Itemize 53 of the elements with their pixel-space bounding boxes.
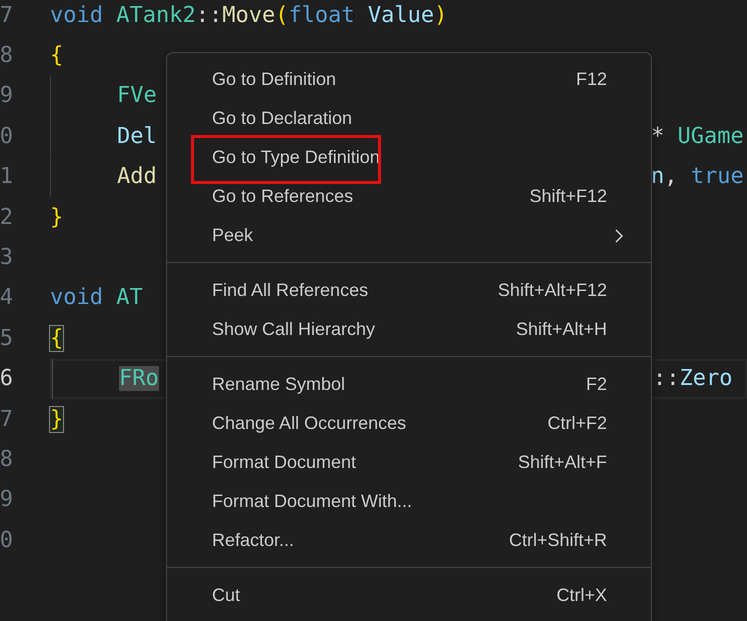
menu-item[interactable]: Show Call Hierarchy Shift+Alt+H <box>167 310 651 349</box>
line-number: 8 <box>0 43 13 68</box>
line-number: 0 <box>0 528 13 553</box>
line-number: 6 <box>0 366 13 392</box>
menu-item[interactable]: Rename Symbol F2 <box>167 365 651 404</box>
bracket: ( <box>275 2 288 28</box>
line-number: 7 <box>0 406 13 432</box>
line-number: 7 <box>0 2 13 28</box>
identifier: Value <box>368 2 434 28</box>
menu-item[interactable]: Go to References Shift+F12 <box>167 177 651 216</box>
chevron-right-icon <box>614 228 624 244</box>
bracket: ) <box>434 2 448 28</box>
menu-item[interactable]: Go to Declaration <box>167 99 651 138</box>
line-number: 4 <box>0 285 13 310</box>
menu-item[interactable]: Find All References Shift+Alt+F12 <box>167 271 651 310</box>
line-number: 2 <box>0 204 13 230</box>
punctuation: * <box>651 124 664 149</box>
identifier: Zero <box>680 366 732 392</box>
line-number: 5 <box>0 326 13 351</box>
bracket: } <box>50 204 64 230</box>
identifier: Del <box>117 124 157 149</box>
keyword: float <box>288 2 355 28</box>
type-name: FRo <box>119 366 159 392</box>
line-number: 3 <box>0 245 13 270</box>
line-number: 0 <box>0 124 13 149</box>
punctuation: , <box>664 164 678 190</box>
menu-item[interactable]: Go to Definition F12 <box>167 60 651 99</box>
bracket: { <box>50 43 64 68</box>
menu-item[interactable]: Cut Ctrl+X <box>167 576 651 615</box>
line-number: 9 <box>0 83 13 108</box>
menu-item[interactable]: Go to Type Definition <box>167 138 651 177</box>
punctuation: :: <box>653 366 680 392</box>
menu-item[interactable]: Format Document With... <box>167 482 651 521</box>
type-name: ATank2 <box>116 2 196 28</box>
keyword: true <box>690 164 744 190</box>
menu-item[interactable]: Format Document Shift+Alt+F <box>167 443 651 482</box>
line-number: 1 <box>0 164 13 190</box>
menu-item[interactable]: Refactor... Ctrl+Shift+R <box>167 521 651 560</box>
line-number: 8 <box>0 446 13 472</box>
menu-item[interactable]: Peek <box>167 216 651 255</box>
identifier: n <box>651 164 664 190</box>
keyword: void <box>50 285 103 310</box>
type-name: UGame <box>677 124 744 149</box>
punctuation: :: <box>196 2 222 28</box>
line-number: 9 <box>0 487 13 512</box>
function-name: Add <box>117 164 157 190</box>
bracket: } <box>50 406 64 432</box>
keyword: void <box>50 2 103 28</box>
function-name: Move <box>222 2 276 28</box>
type-name: FVe <box>117 83 157 108</box>
bracket: { <box>50 326 64 351</box>
type-name: AT <box>116 285 143 310</box>
menu-item[interactable]: Change All Occurrences Ctrl+F2 <box>167 404 651 443</box>
